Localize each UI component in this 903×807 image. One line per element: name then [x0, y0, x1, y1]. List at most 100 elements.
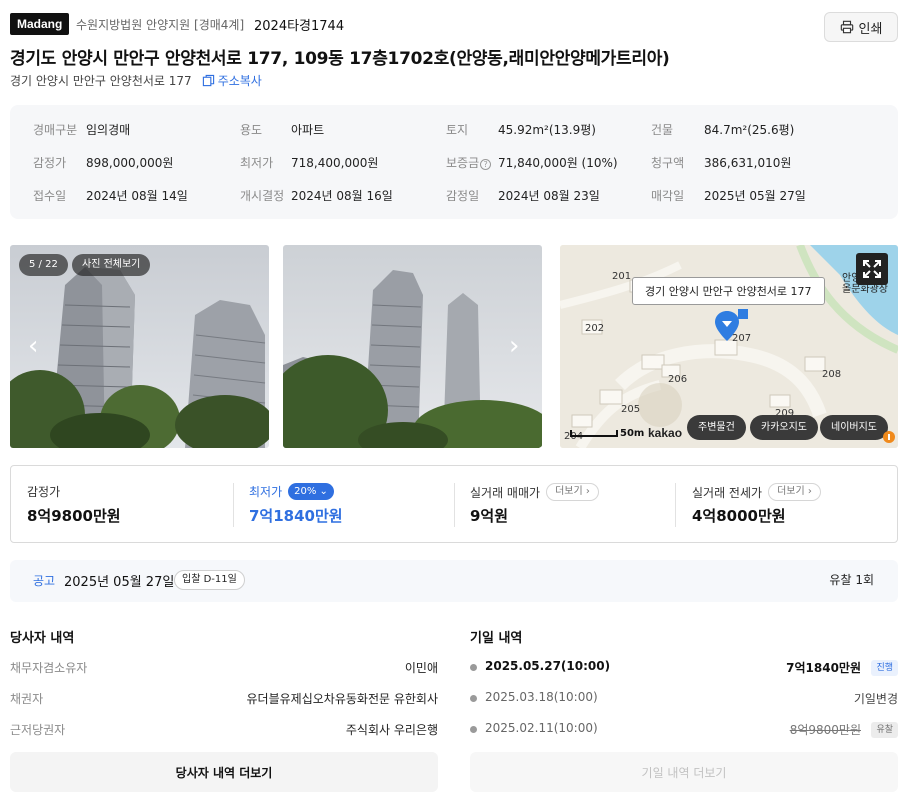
info-key: 토지 — [446, 123, 469, 137]
copy-address-button[interactable]: 주소복사 — [202, 72, 262, 89]
info-building: 건물 84.7m²(25.6평) — [651, 121, 794, 138]
info-usage: 용도 아파트 — [240, 121, 324, 138]
apartment-photo — [283, 245, 542, 448]
party-row: 채권자 유더블유제십오차유동화전문 유한회사 — [10, 690, 438, 710]
map-building-label: 201 — [612, 271, 632, 282]
info-key: 보증금 — [446, 156, 480, 170]
map-building-label: 205 — [621, 404, 641, 415]
printer-icon — [840, 20, 853, 34]
map-info-icon[interactable] — [883, 431, 895, 443]
sale-notice-bar: 공고 2025년 05월 27일 입찰 D-11일 유찰 1회 — [10, 560, 898, 602]
history-value: 8억9800만원 — [789, 723, 861, 737]
prev-photo-icon[interactable]: ‹ — [28, 333, 38, 359]
case-number: 2024타경1744 — [254, 19, 345, 34]
history-more-button[interactable]: 기일 내역 더보기 — [470, 752, 898, 792]
price-minimum: 최저가 20% ⌄ 7억1840만원 — [233, 466, 455, 542]
price-label: 최저가 — [249, 485, 283, 499]
price-label: 감정가 — [27, 485, 61, 499]
price-label-row: 실거래 매매가 더보기 › — [470, 483, 599, 501]
party-role: 채무자겸소유자 — [10, 661, 88, 675]
price-label-row: 실거래 전세가 더보기 › — [692, 483, 821, 501]
discount-percent: 20% — [294, 486, 317, 497]
info-claim: 청구액 386,631,010원 — [651, 154, 791, 171]
court-name: 수원지방법원 안양지원 [경매4계] — [76, 18, 245, 32]
map-building-label: 206 — [668, 374, 688, 385]
more-label: 더보기 — [555, 486, 583, 497]
map-building-label: 208 — [822, 369, 842, 380]
history-row: 2025.05.27(10:00) 7억1840만원 진행 — [470, 659, 898, 679]
history-row: 2025.03.18(10:00) 기일변경 — [470, 690, 898, 710]
location-map[interactable]: 201 202 206 205 204 208 209 207 안양 올문화광장… — [560, 245, 898, 448]
info-key: 건물 — [651, 123, 674, 137]
party-name: 이민애 — [404, 661, 438, 675]
bullet-icon — [470, 726, 477, 733]
price-label-row: 최저가 20% ⌄ — [249, 483, 334, 500]
info-value: 2024년 08월 14일 — [86, 189, 188, 203]
info-value: 84.7m²(25.6평) — [704, 123, 795, 137]
discount-badge[interactable]: 20% ⌄ — [288, 483, 334, 500]
chevron-right-icon: › — [585, 486, 590, 497]
nearby-items-button[interactable]: 주변물건 — [687, 415, 746, 440]
kakao-map-button[interactable]: 카카오지도 — [750, 415, 818, 440]
history-date: 2025.05.27(10:00) — [485, 659, 611, 673]
view-all-photos-button[interactable]: 사진 전체보기 — [72, 254, 151, 276]
party-role: 근저당권자 — [10, 723, 66, 737]
price-real-lease: 실거래 전세가 더보기 › 4억8000만원 — [676, 466, 898, 542]
map-address-tooltip: 경기 안양시 만안구 안양천서로 177 — [632, 277, 825, 305]
info-sale-date: 매각일 2025년 05월 27일 — [651, 187, 806, 204]
map-building-label: 202 — [585, 323, 605, 334]
more-label: 더보기 — [777, 486, 805, 497]
copy-address-label: 주소복사 — [217, 74, 262, 88]
price-summary: 감정가 8억9800만원 최저가 20% ⌄ 7억1840만원 실거래 매매가 … — [10, 465, 898, 543]
history-date: 2025.02.11(10:00) — [485, 721, 598, 735]
road-address: 경기 안양시 만안구 안양천서로 177 — [10, 74, 192, 88]
price-appraisal: 감정가 8억9800만원 — [11, 466, 233, 542]
fullscreen-icon — [863, 260, 881, 278]
price-value: 4억8000만원 — [692, 507, 786, 525]
info-auction-type: 경매구분 임의경매 — [33, 121, 130, 138]
info-value: 898,000,000원 — [86, 156, 174, 170]
info-appraisal: 감정가 898,000,000원 — [33, 154, 173, 171]
price-real-sale: 실거래 매매가 더보기 › 9억원 — [454, 466, 676, 542]
parties-more-button[interactable]: 당사자 내역 더보기 — [10, 752, 438, 792]
brand-logo[interactable]: Madang — [10, 13, 70, 35]
bullet-icon — [470, 664, 477, 671]
info-key: 매각일 — [651, 189, 685, 203]
expand-map-button[interactable] — [856, 253, 888, 285]
naver-map-button[interactable]: 네이버지도 — [820, 415, 888, 440]
party-row: 근저당권자 주식회사 우리은행 — [10, 721, 438, 741]
info-appraisal-date: 감정일 2024년 08월 23일 — [446, 187, 600, 204]
sale-more-button[interactable]: 더보기 › — [546, 483, 599, 501]
info-value: 45.92m²(13.9평) — [498, 123, 596, 137]
map-building-label: 207 — [732, 333, 752, 344]
price-value: 8억9800만원 — [27, 507, 121, 525]
help-icon[interactable]: ? — [480, 159, 492, 170]
info-key: 접수일 — [33, 189, 67, 203]
info-value: 2024년 08월 16일 — [291, 189, 393, 203]
print-button[interactable]: 인쇄 — [824, 12, 898, 42]
info-deposit: 보증금? 71,840,000원 (10%) — [446, 154, 618, 171]
notice-date: 2025년 05월 27일 — [64, 575, 175, 590]
history-row: 2025.02.11(10:00) 8억9800만원 유찰 — [470, 721, 898, 741]
party-row: 채무자겸소유자 이민애 — [10, 659, 438, 679]
price-label: 실거래 매매가 — [470, 485, 541, 500]
bullet-icon — [470, 695, 477, 702]
next-photo-icon[interactable]: › — [509, 333, 519, 359]
info-received: 접수일 2024년 08월 14일 — [33, 187, 188, 204]
chevron-down-icon: ⌄ — [319, 486, 328, 497]
fail-count: 유찰 1회 — [829, 573, 874, 587]
party-role: 채권자 — [10, 692, 44, 706]
info-key: 청구액 — [651, 156, 685, 170]
bid-dday-badge: 입찰 D-11일 — [174, 570, 245, 590]
status-badge: 유찰 — [871, 722, 898, 738]
print-label: 인쇄 — [858, 21, 883, 37]
chevron-right-icon: › — [807, 486, 812, 497]
property-photo-main[interactable]: 5 / 22 사진 전체보기 ‹ — [10, 245, 269, 448]
property-photo-secondary[interactable]: › — [283, 245, 542, 448]
map-brand-logo: kakao — [648, 426, 683, 440]
map-scale-label: 50m — [620, 428, 645, 439]
lease-more-button[interactable]: 더보기 › — [768, 483, 821, 501]
history-value: 7억1840만원 — [786, 661, 861, 675]
info-key: 최저가 — [240, 156, 274, 170]
road-address-row: 경기 안양시 만안구 안양천서로 177 주소복사 — [10, 72, 262, 89]
